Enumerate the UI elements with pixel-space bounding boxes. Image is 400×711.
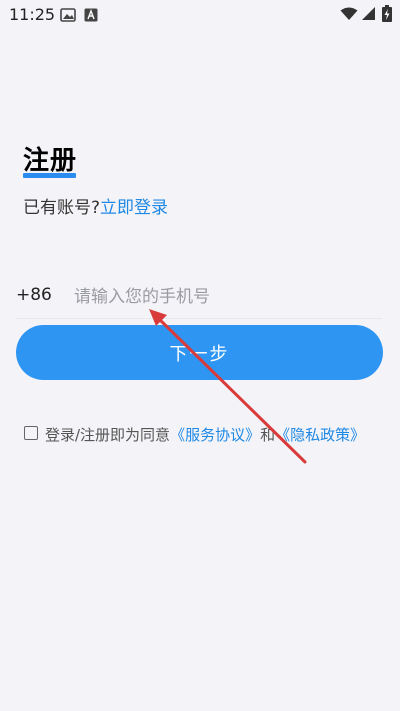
agreement-checkbox[interactable] — [24, 426, 38, 440]
title-underline — [23, 173, 76, 178]
page-title: 注册 — [23, 146, 78, 176]
agreement-and: 和 — [260, 426, 276, 444]
signal-icon — [361, 6, 376, 25]
status-time: 11:25 — [9, 5, 56, 24]
phone-input[interactable] — [72, 279, 376, 315]
status-bar: 11:25 — [0, 0, 400, 30]
privacy-policy-link[interactable]: 《隐私政策》 — [275, 426, 365, 444]
register-title-block: 注册 — [23, 140, 78, 178]
has-account-row: 已有账号?立即登录 — [23, 193, 168, 218]
agreement-text: 登录/注册即为同意《服务协议》和《隐私政策》 — [45, 424, 365, 445]
font-icon — [84, 7, 98, 26]
gallery-icon — [60, 7, 76, 26]
wifi-icon — [340, 6, 358, 25]
next-button[interactable]: 下一步 — [16, 325, 383, 380]
country-code[interactable]: +86 — [16, 285, 52, 305]
service-agreement-link[interactable]: 《服务协议》 — [170, 426, 260, 444]
battery-charging-icon — [382, 5, 392, 26]
has-account-text: 已有账号? — [23, 198, 101, 218]
login-link[interactable]: 立即登录 — [100, 198, 168, 218]
phone-field-row: +86 — [16, 276, 382, 319]
agreement-prefix: 登录/注册即为同意 — [45, 426, 171, 444]
